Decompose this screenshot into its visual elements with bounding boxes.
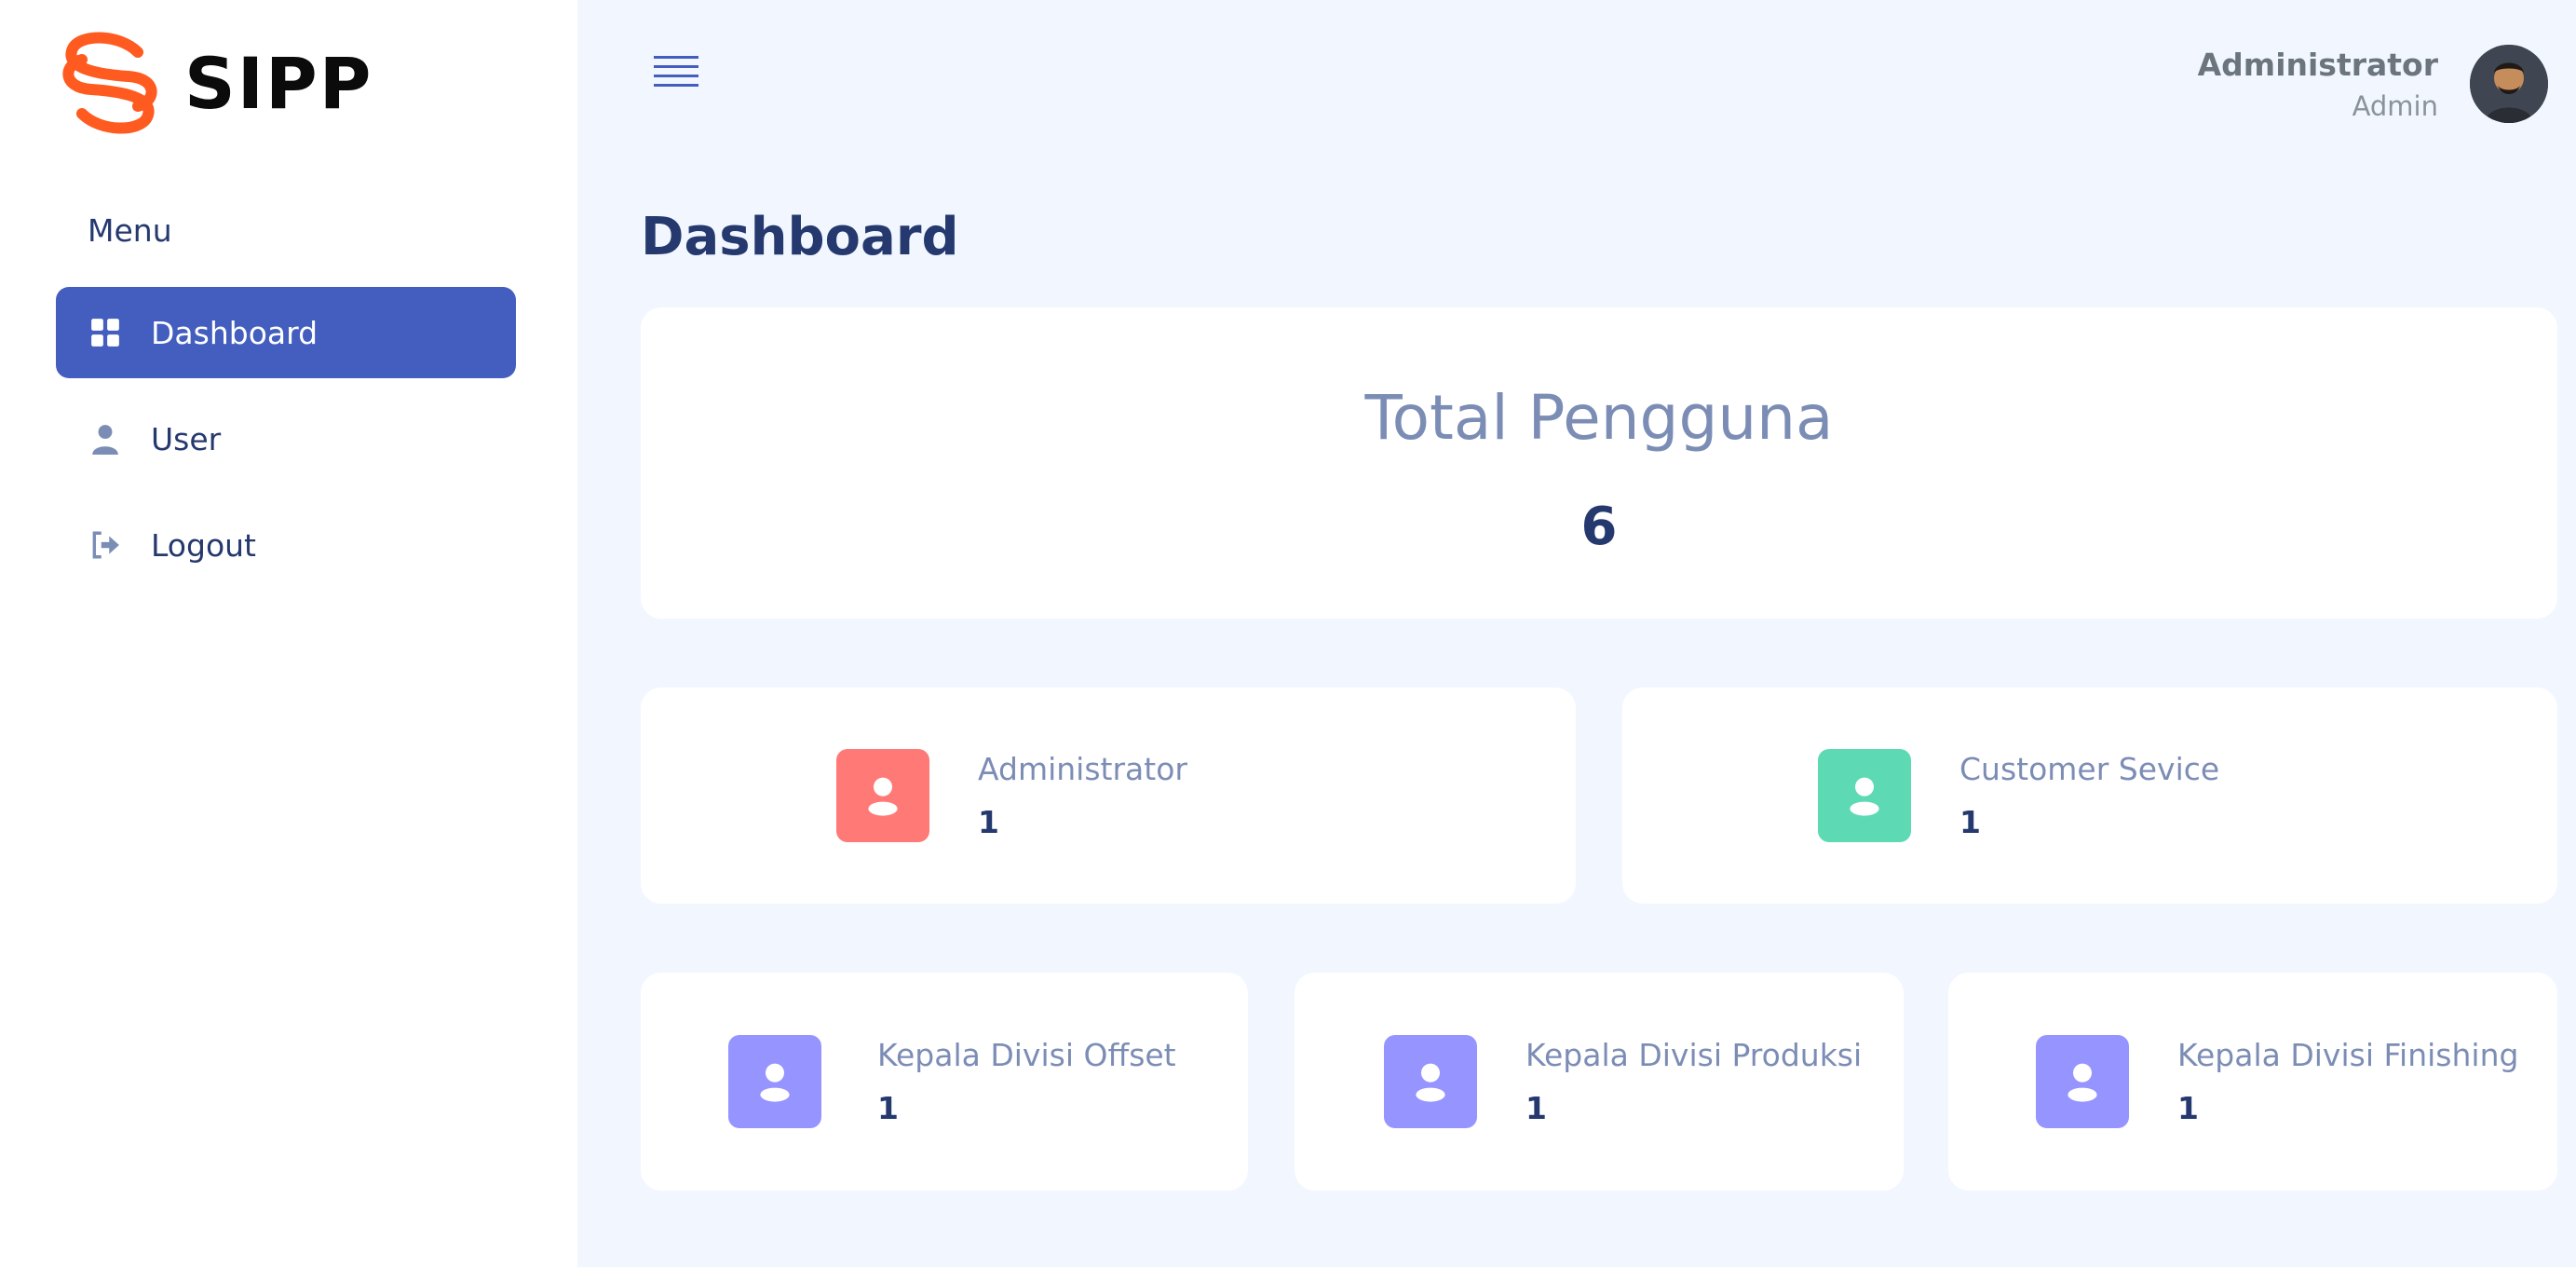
brand[interactable]: SIPP <box>54 32 373 134</box>
stat-card-customer-service: Customer Sevice 1 <box>1622 688 2557 904</box>
user-menu[interactable]: Administrator Admin <box>2198 45 2548 123</box>
logout-icon <box>88 527 123 563</box>
avatar[interactable] <box>2470 45 2548 123</box>
stat-value: 1 <box>1525 1090 1547 1126</box>
sidebar-item-label: User <box>151 420 222 457</box>
menu-title: Menu <box>88 212 172 249</box>
user-role: Admin <box>2352 89 2438 122</box>
stat-card-kepala-divisi-produksi: Kepala Divisi Produksi 1 <box>1295 973 1904 1191</box>
stat-value: 1 <box>2177 1090 2199 1126</box>
stat-card-kepala-divisi-offset: Kepala Divisi Offset 1 <box>641 973 1248 1191</box>
user-icon <box>728 1035 821 1128</box>
stat-label: Kepala Divisi Produksi <box>1525 1037 1863 1073</box>
sidebar-item-logout[interactable]: Logout <box>56 499 516 591</box>
hamburger-icon[interactable] <box>654 56 698 97</box>
user-name: Administrator <box>2197 46 2438 83</box>
stat-label: Kepala Divisi Finishing <box>2177 1037 2519 1073</box>
sidebar-menu: Dashboard User Logout <box>56 287 516 606</box>
stat-label: Kepala Divisi Offset <box>877 1037 1176 1073</box>
sidebar-item-label: Dashboard <box>151 314 319 351</box>
stat-value: 1 <box>1959 804 1981 840</box>
user-icon <box>88 421 123 456</box>
user-info: Administrator Admin <box>2198 47 2438 122</box>
user-icon <box>1384 1035 1477 1128</box>
stat-value: 1 <box>877 1090 899 1126</box>
main-content: Administrator Admin Dashboard Total Peng… <box>577 0 2576 1267</box>
page-title: Dashboard <box>641 207 959 267</box>
sidebar-item-label: Logout <box>151 526 256 564</box>
stat-label: Customer Sevice <box>1959 751 2220 787</box>
user-icon <box>836 749 929 842</box>
sidebar-item-user[interactable]: User <box>56 393 516 484</box>
sidebar-item-dashboard[interactable]: Dashboard <box>56 287 516 378</box>
stat-card-kepala-divisi-finishing: Kepala Divisi Finishing 1 <box>1948 973 2557 1191</box>
total-users-card: Total Pengguna 6 <box>641 307 2557 619</box>
total-users-label: Total Pengguna <box>1364 382 1834 454</box>
stat-value: 1 <box>978 804 999 840</box>
sidebar: SIPP Menu Dashboard User Logout <box>0 0 577 1267</box>
sipp-logo-icon <box>62 32 157 134</box>
stat-card-administrator: Administrator 1 <box>641 688 1576 904</box>
stat-label: Administrator <box>978 751 1187 787</box>
user-icon <box>2036 1035 2129 1128</box>
brand-name: SIPP <box>184 41 373 125</box>
total-users-value: 6 <box>1580 497 1618 557</box>
user-icon <box>1818 749 1911 842</box>
grid-icon <box>88 315 123 350</box>
